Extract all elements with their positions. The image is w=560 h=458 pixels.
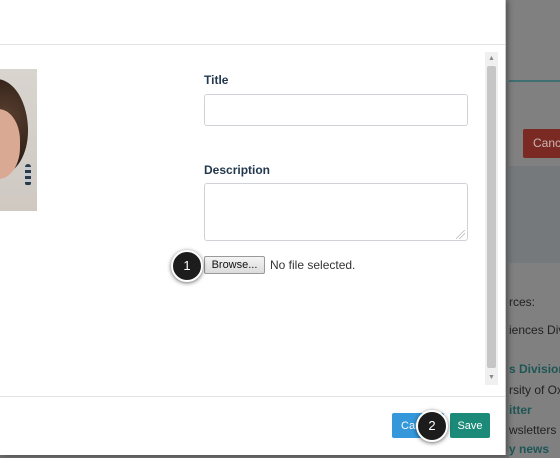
modal-scrollbar[interactable]: ▲ ▼ bbox=[485, 52, 498, 385]
description-textarea[interactable] bbox=[204, 183, 468, 241]
background-link-news: y news bbox=[509, 442, 550, 456]
background-cancel-button: Canc bbox=[523, 129, 560, 158]
edit-item-modal: Title Description Browse... No file sele… bbox=[0, 0, 506, 455]
title-input[interactable] bbox=[204, 94, 468, 126]
modal-header bbox=[0, 0, 505, 45]
scroll-down-arrow-icon[interactable]: ▼ bbox=[485, 372, 498, 384]
background-link-twitter: itter bbox=[509, 403, 532, 417]
profile-photo-image bbox=[0, 69, 37, 211]
scroll-up-arrow-icon[interactable]: ▲ bbox=[485, 53, 498, 65]
background-text-sciences: iences Div bbox=[509, 323, 560, 337]
background-panel bbox=[509, 166, 560, 263]
background-text-sources: rces: bbox=[509, 295, 536, 309]
save-button[interactable]: Save bbox=[450, 413, 490, 438]
browse-file-button[interactable]: Browse... bbox=[204, 256, 265, 274]
background-link-division: s Division bbox=[509, 362, 560, 376]
background-divider bbox=[509, 80, 560, 82]
callout-marker-1: 1 bbox=[171, 250, 203, 282]
background-text-university: rsity of Oxf bbox=[509, 383, 560, 397]
scroll-thumb[interactable] bbox=[487, 66, 496, 368]
background-text-newsletters: wsletters bbox=[509, 423, 557, 437]
textarea-resize-handle[interactable] bbox=[456, 230, 465, 239]
callout-marker-2: 2 bbox=[416, 410, 448, 442]
file-status-text: No file selected. bbox=[270, 258, 356, 272]
description-label: Description bbox=[204, 163, 271, 177]
title-label: Title bbox=[204, 73, 229, 87]
